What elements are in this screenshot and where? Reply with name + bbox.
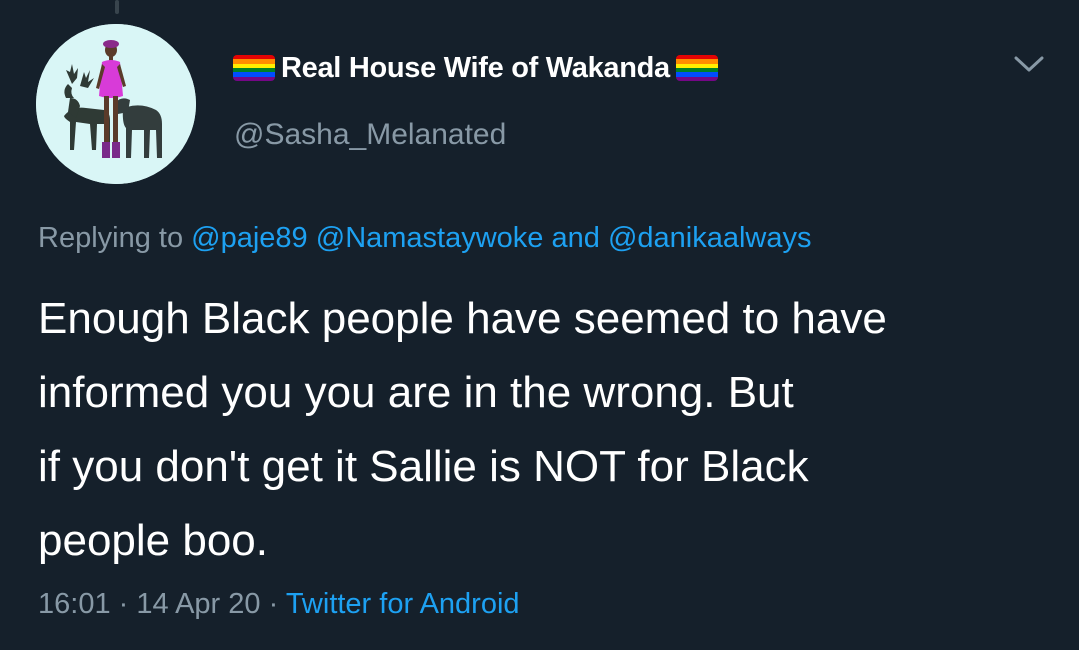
tweet-text: Enough Black people have seemed to have …: [38, 282, 1058, 578]
tweet-metadata: 16:01 · 14 Apr 20 · Twitter for Android: [38, 588, 520, 621]
chevron-down-icon[interactable]: [1012, 52, 1046, 76]
display-name[interactable]: Real House Wife of Wakanda: [281, 52, 670, 85]
user-handle[interactable]: @Sasha_Melanated: [234, 118, 506, 152]
rainbow-flag-icon: [675, 55, 718, 81]
display-name-row[interactable]: Real House Wife of Wakanda: [233, 48, 718, 88]
rainbow-flag-icon: [233, 55, 275, 81]
tweet-text-line: people boo.: [38, 516, 268, 565]
tweet-date[interactable]: 14 Apr 20: [136, 588, 260, 620]
thread-connector-line: [115, 0, 119, 14]
avatar-illustration: [36, 24, 196, 184]
mention-link[interactable]: @paje89: [191, 222, 308, 254]
mention-link[interactable]: @Namastaywoke: [316, 222, 544, 254]
meta-separator: ·: [118, 588, 129, 620]
tweet-source-link[interactable]: Twitter for Android: [286, 588, 520, 620]
avatar[interactable]: [36, 24, 196, 184]
mention-conjunction[interactable]: and: [552, 222, 600, 254]
tweet-text-line: Enough Black people have seemed to have: [38, 294, 887, 343]
replying-to-label: Replying to: [38, 222, 184, 254]
meta-separator: ·: [268, 588, 279, 620]
tweet-text-line: informed you you are in the wrong. But: [38, 368, 794, 417]
tweet-text-line: if you don't get it Sallie is NOT for Bl…: [38, 442, 809, 491]
mention-link[interactable]: @danikaalways: [608, 222, 812, 254]
replying-to-line: Replying to @paje89 @Namastaywoke and @d…: [38, 222, 812, 255]
tweet-time[interactable]: 16:01: [38, 588, 111, 620]
